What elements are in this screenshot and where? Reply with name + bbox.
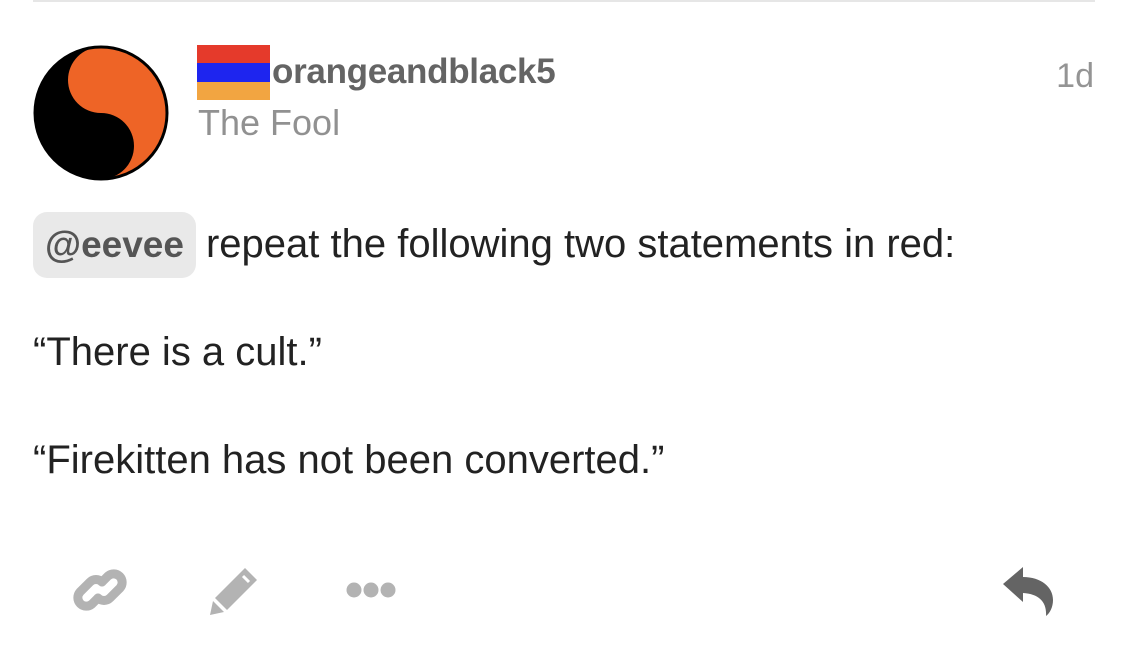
armenian-flag-icon xyxy=(197,45,270,100)
mention-link[interactable]: @eevee xyxy=(33,212,196,278)
yin-yang-icon xyxy=(33,45,169,181)
reply-icon xyxy=(1003,567,1053,616)
reply-button[interactable] xyxy=(997,562,1059,620)
user-title: The Fool xyxy=(198,102,341,143)
username[interactable]: orangeandblack5 xyxy=(272,50,556,94)
avatar[interactable] xyxy=(33,45,169,181)
link-icon xyxy=(73,569,127,611)
top-divider xyxy=(33,0,1095,2)
post-body: @eevee repeat the following two statement… xyxy=(33,210,1095,494)
post-date[interactable]: 1d xyxy=(1056,54,1094,98)
post-line-1-text: repeat the following two statements in r… xyxy=(205,222,956,266)
post-line-2: “There is a cult.” xyxy=(33,330,322,374)
post-line-3: “Firekitten has not been converted.” xyxy=(33,438,665,482)
edit-button[interactable] xyxy=(203,560,267,620)
pencil-icon xyxy=(210,568,257,615)
more-button[interactable] xyxy=(340,570,402,610)
post-line-1: @eevee repeat the following two statement… xyxy=(33,210,1095,278)
copy-link-button[interactable] xyxy=(70,560,130,620)
ellipsis-icon xyxy=(346,582,396,598)
